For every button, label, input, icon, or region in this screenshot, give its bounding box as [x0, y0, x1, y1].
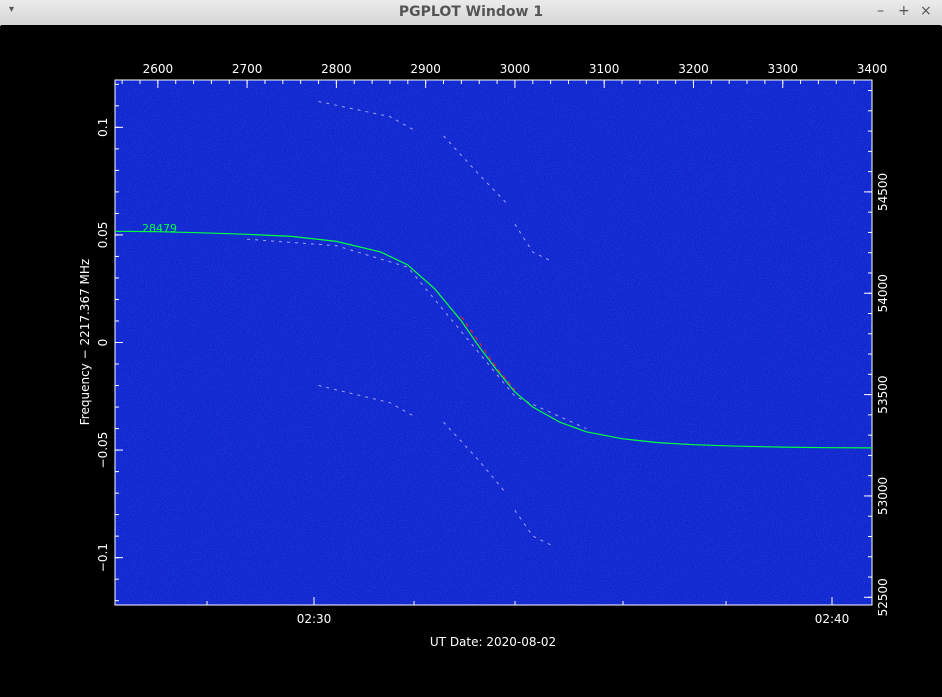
- top-tick-label: 3200: [678, 62, 709, 76]
- maximize-icon[interactable]: +: [898, 3, 910, 19]
- top-tick-label: 3400: [857, 62, 888, 76]
- top-tick-label: 3100: [589, 62, 620, 76]
- bottom-tick-label: 02:40: [815, 612, 850, 626]
- plot-canvas: 2600 2700 2800 2900 3000 3100 3200 3300 3400 0.1…: [1, 25, 941, 693]
- curve-label: 28479: [142, 222, 177, 235]
- right-tick-label: 52500: [876, 578, 890, 616]
- left-tick-label: 0: [96, 339, 110, 347]
- right-tick-label: 53500: [876, 376, 890, 414]
- top-tick-label: 2800: [321, 62, 352, 76]
- y-axis-label: Frequency − 2217.367 MHz: [78, 259, 92, 425]
- right-tick-label: 53000: [876, 477, 890, 515]
- top-tick-label: 3300: [767, 62, 798, 76]
- top-tick-label: 3000: [500, 62, 531, 76]
- top-tick-label: 2700: [232, 62, 263, 76]
- minimize-icon[interactable]: –: [877, 3, 884, 19]
- bottom-tick-label: 02:30: [297, 612, 332, 626]
- close-icon[interactable]: ×: [920, 3, 932, 19]
- x-axis-label: UT Date: 2020-08-02: [430, 635, 556, 649]
- window-titlebar[interactable]: ▾ PGPLOT Window 1 – + ×: [0, 0, 942, 26]
- left-tick-label: 0.05: [96, 222, 110, 249]
- plot-svg: 2600 2700 2800 2900 3000 3100 3200 3300 3400 0.1…: [78, 62, 890, 649]
- top-tick-label: 2600: [143, 62, 174, 76]
- spectrogram-noise: [115, 80, 872, 605]
- right-tick-label: 54500: [876, 173, 890, 211]
- left-tick-label: −0.05: [96, 432, 110, 469]
- top-tick-label: 2900: [410, 62, 441, 76]
- right-tick-label: 54000: [876, 274, 890, 312]
- window-title: PGPLOT Window 1: [398, 4, 544, 20]
- left-tick-label: −0.1: [96, 543, 110, 572]
- left-tick-label: 0.1: [96, 118, 110, 137]
